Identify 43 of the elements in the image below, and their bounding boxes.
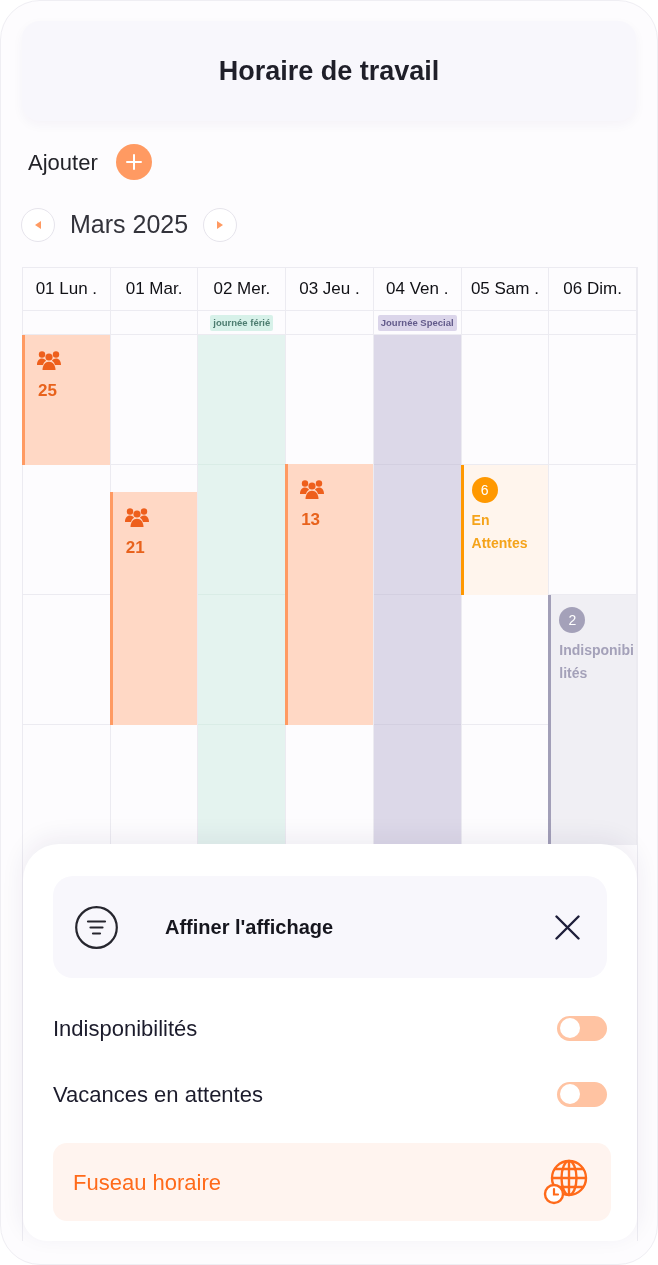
people-icon xyxy=(300,479,325,499)
timezone-button[interactable]: Fuseau horaire xyxy=(53,1143,611,1221)
toggle-switch[interactable] xyxy=(557,1015,607,1041)
day-header: 04 Ven . xyxy=(386,278,449,301)
filter-icon xyxy=(75,905,118,949)
team-event-card[interactable]: 21 xyxy=(109,492,198,725)
day-header: 01 Mar. xyxy=(125,278,183,301)
option-label: Vacances en attentes xyxy=(53,1080,263,1109)
month-label: Mars 2025 xyxy=(70,209,189,241)
next-month-button[interactable] xyxy=(203,208,238,242)
filter-title: Affiner l'affichage xyxy=(165,915,334,940)
page-title: Horaire de travail xyxy=(218,54,440,88)
pending-label: En Attentes xyxy=(471,511,529,553)
unavailability-label: Indisponibilités xyxy=(559,641,635,683)
count-badge: 2 xyxy=(559,607,586,633)
day-header: 06 Dim. xyxy=(563,278,622,301)
day-header: 05 Sam . xyxy=(470,278,539,301)
special-day-tag: Journée Special xyxy=(377,314,457,331)
close-icon xyxy=(555,914,580,940)
staff-count: 13 xyxy=(301,509,322,531)
team-event-card[interactable]: 13 xyxy=(285,464,373,725)
people-icon xyxy=(37,350,61,370)
staff-count: 21 xyxy=(125,537,146,559)
add-label: Ajouter xyxy=(28,148,98,177)
day-header: 03 Jeu . xyxy=(299,278,360,301)
team-event-card[interactable]: 25 xyxy=(22,335,110,465)
add-button[interactable] xyxy=(115,144,152,180)
previous-month-button[interactable] xyxy=(21,208,55,242)
unavailability-event-card[interactable]: 2 Indisponibilités xyxy=(548,595,636,845)
close-button[interactable] xyxy=(555,914,580,940)
left-triangle-icon xyxy=(35,221,41,229)
toggle-switch[interactable] xyxy=(557,1081,607,1107)
count-badge: 6 xyxy=(471,477,498,503)
pending-event-card[interactable]: 6 En Attentes xyxy=(460,465,549,595)
day-header: 01 Lun . xyxy=(35,278,98,301)
staff-count: 25 xyxy=(38,380,58,402)
globe-clock-icon xyxy=(543,1159,589,1205)
right-triangle-icon xyxy=(217,221,224,229)
plus-icon xyxy=(125,154,142,170)
day-header: 02 Mer. xyxy=(213,278,271,301)
option-label: Indisponibilités xyxy=(53,1014,198,1043)
holiday-tag: journée férié xyxy=(210,314,274,331)
people-icon xyxy=(124,507,149,527)
